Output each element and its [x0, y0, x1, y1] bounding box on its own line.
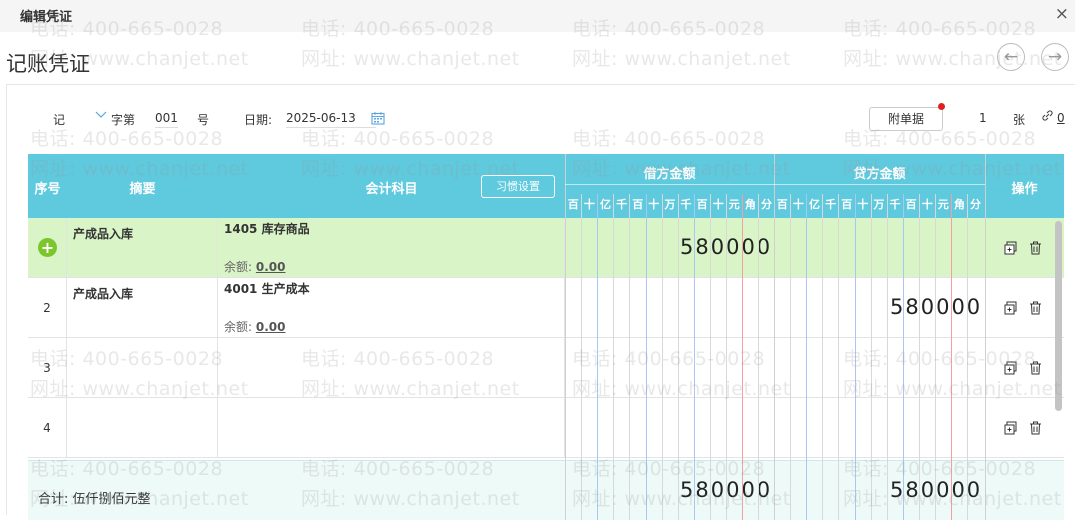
table-scrollbar[interactable] [1055, 221, 1062, 411]
copy-row-icon[interactable] [1004, 240, 1017, 255]
debit-digit-unit: 万 [664, 198, 676, 211]
row-account[interactable] [218, 398, 565, 458]
account-balance: 余额: 0.00 [224, 320, 286, 334]
hao-label: 号 [197, 113, 210, 127]
row-account[interactable]: 4001 生产成本 余额: 0.00 [218, 278, 565, 338]
watermark-text: 网址: www.chanjet.net [301, 48, 520, 70]
credit-digit-unit: 百 [776, 198, 788, 211]
date-label: 日期: [244, 113, 273, 127]
debit-amount[interactable]: 580000 [680, 218, 772, 278]
delete-row-icon[interactable] [1029, 360, 1042, 375]
credit-digit-unit: 十 [792, 198, 804, 211]
debit-digit-unit: 十 [583, 198, 595, 211]
credit-digit-unit: 千 [825, 198, 837, 211]
credit-digit-unit: 百 [905, 198, 917, 211]
copy-row-icon[interactable] [1004, 360, 1017, 375]
debit-digit-unit: 千 [616, 198, 628, 211]
zi-label: 字第 [111, 113, 136, 127]
debit-digit-unit: 百 [567, 198, 579, 211]
row-seq: 2 [28, 278, 67, 338]
date-input[interactable]: 2025-06-13 [286, 111, 376, 128]
summary-header: 摘要 [129, 182, 156, 197]
credit-digit-unit: 万 [873, 198, 885, 211]
total-debit: 580000 [680, 478, 773, 502]
table-row[interactable]: 4 [28, 398, 1064, 458]
credit-digit-unit: 十 [921, 198, 933, 211]
total-row: 合计: 伍仟捌佰元整 580000 580000 [28, 460, 1064, 520]
credit-amount[interactable]: 580000 [890, 278, 982, 338]
account-name: 4001 生产成本 [224, 282, 310, 296]
row-ops [985, 398, 1064, 458]
account-name: 1405 库存商品 [224, 222, 310, 236]
copy-row-icon[interactable] [1004, 300, 1017, 315]
row-summary[interactable] [67, 398, 218, 458]
ops-header: 操作 [1011, 182, 1038, 197]
credit-digit-unit: 十 [857, 198, 869, 211]
seq-header: 序号 [34, 182, 61, 197]
watermark-text: 网址: www.chanjet.net [843, 48, 1062, 70]
row-seq: 4 [28, 398, 67, 458]
row-summary[interactable]: 产成品入库 [67, 218, 218, 278]
total-credit: 580000 [890, 478, 983, 502]
row-seq: 3 [28, 338, 67, 398]
prev-voucher-button[interactable]: ← [997, 43, 1025, 71]
total-label: 合计: 伍仟捌佰元整 [38, 492, 151, 507]
delete-row-icon[interactable] [1029, 300, 1042, 315]
table-header: 序号 摘要 会计科目 习惯设置 借方金额 贷方金额 操作 百十亿千百十万千百十元… [28, 154, 1064, 218]
credit-digit-unit: 分 [970, 198, 981, 211]
page-title: 记账凭证 [6, 52, 90, 76]
table-row[interactable]: 3 [28, 338, 1064, 398]
row-account[interactable] [218, 338, 565, 398]
account-balance: 余额: 0.00 [224, 260, 286, 274]
debit-header: 借方金额 [643, 167, 696, 182]
zhang-label: 张 [1013, 113, 1026, 127]
debit-digit-unit: 十 [648, 198, 660, 211]
watermark-text: 网址: www.chanjet.net [572, 48, 791, 70]
credit-header: 贷方金额 [853, 167, 906, 182]
delete-row-icon[interactable] [1029, 420, 1042, 435]
credit-digit-unit: 千 [889, 198, 901, 211]
credit-digit-unit: 百 [841, 198, 853, 211]
row-summary[interactable] [67, 338, 218, 398]
dialog-title: 编辑凭证 [20, 10, 73, 25]
add-row-icon[interactable]: + [38, 238, 57, 257]
row-summary[interactable]: 产成品入库 [67, 278, 218, 338]
copy-row-icon[interactable] [1004, 420, 1017, 435]
next-voucher-button[interactable]: → [1041, 43, 1069, 71]
credit-digit-unit: 亿 [809, 198, 820, 211]
delete-row-icon[interactable] [1029, 240, 1042, 255]
attach-notification-dot [938, 103, 945, 110]
table-row[interactable]: 2 产成品入库 4001 生产成本 余额: 0.00 580000 [28, 278, 1064, 338]
calendar-icon[interactable] [371, 111, 385, 128]
debit-digit-unit: 元 [728, 198, 740, 211]
attach-documents-button[interactable]: 附单据 [869, 107, 943, 131]
debit-digit-unit: 百 [696, 198, 708, 211]
attach-count: 1 [979, 111, 987, 125]
row-ops [985, 278, 1064, 338]
row-ops [985, 218, 1064, 278]
table-row[interactable]: + 产成品入库 1405 库存商品 余额: 0.00 580000 [28, 218, 1064, 278]
credit-digit-unit: 元 [937, 198, 949, 211]
credit-digit-unit: 角 [953, 198, 965, 211]
row-ops [985, 338, 1064, 398]
row-account[interactable]: 1405 库存商品 余额: 0.00 [218, 218, 565, 278]
voucher-number-input[interactable]: 001 [155, 111, 178, 128]
attach-link-count[interactable]: 0 [1057, 111, 1065, 125]
voucher-type-select[interactable]: 记 [53, 111, 65, 128]
chevron-down-icon[interactable] [95, 108, 107, 123]
debit-digit-unit: 百 [632, 198, 644, 211]
row-seq: + [28, 218, 67, 278]
dialog-titlebar: 编辑凭证 × [0, 0, 1075, 32]
debit-digit-unit: 亿 [600, 198, 611, 211]
close-icon[interactable]: × [1055, 4, 1069, 24]
habit-settings-button[interactable]: 习惯设置 [481, 175, 555, 198]
debit-digit-unit: 十 [712, 198, 724, 211]
link-icon[interactable] [1041, 109, 1054, 125]
debit-digit-unit: 角 [744, 198, 756, 211]
debit-digit-unit: 分 [761, 198, 772, 211]
debit-digit-unit: 千 [680, 198, 692, 211]
